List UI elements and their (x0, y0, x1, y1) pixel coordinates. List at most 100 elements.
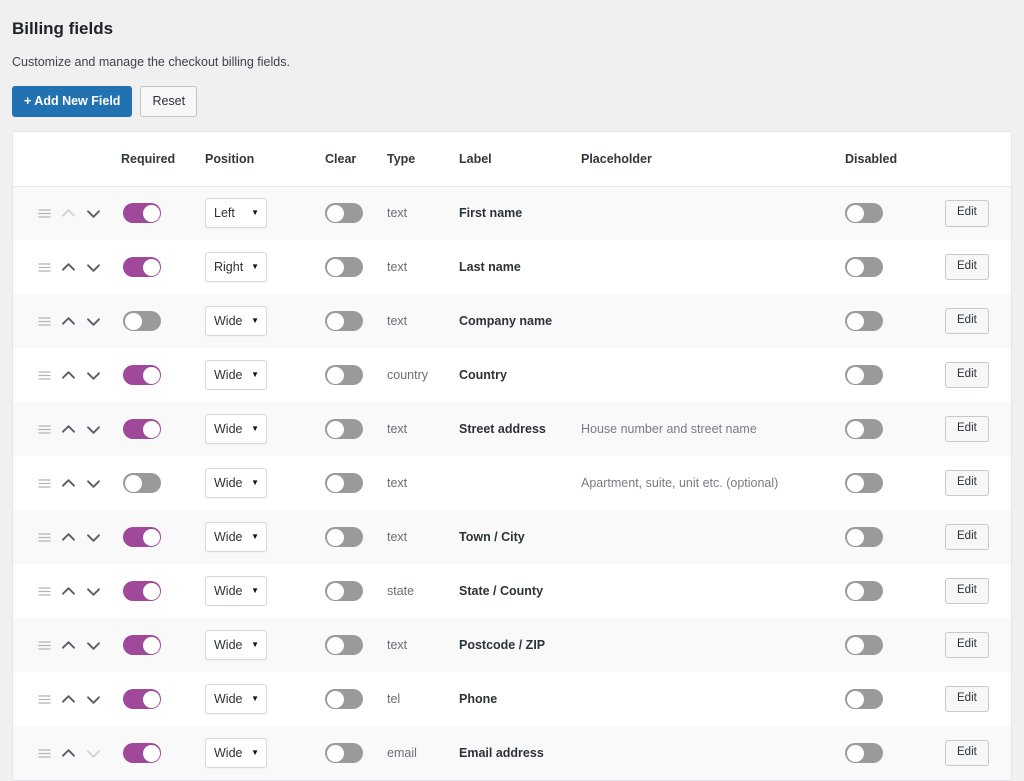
clear-toggle[interactable] (325, 473, 363, 493)
chevron-down-icon[interactable] (86, 586, 101, 597)
table-row: Wide▼telPhoneEdit (13, 672, 1012, 726)
position-select[interactable]: Wide▼ (205, 306, 267, 336)
row-handle-cell (13, 294, 121, 348)
position-select[interactable]: Wide▼ (205, 414, 267, 444)
chevron-up-icon[interactable] (61, 370, 76, 381)
drag-handle-icon[interactable] (38, 639, 51, 652)
drag-handle-icon[interactable] (38, 315, 51, 328)
chevron-up-icon[interactable] (61, 640, 76, 651)
required-toggle[interactable] (123, 419, 161, 439)
add-new-field-button[interactable]: + Add New Field (12, 86, 132, 118)
row-type-cell: country (387, 348, 459, 402)
edit-button[interactable]: Edit (945, 740, 989, 767)
chevron-down-icon[interactable] (86, 424, 101, 435)
edit-button[interactable]: Edit (945, 254, 989, 281)
drag-handle-icon[interactable] (38, 585, 51, 598)
edit-button[interactable]: Edit (945, 200, 989, 227)
required-toggle[interactable] (123, 365, 161, 385)
drag-handle-icon[interactable] (38, 693, 51, 706)
required-toggle[interactable] (123, 689, 161, 709)
chevron-down-icon[interactable] (86, 694, 101, 705)
drag-handle-icon[interactable] (38, 369, 51, 382)
drag-handle-icon[interactable] (38, 747, 51, 760)
edit-button[interactable]: Edit (945, 632, 989, 659)
clear-toggle[interactable] (325, 203, 363, 223)
clear-toggle[interactable] (325, 257, 363, 277)
disabled-toggle[interactable] (845, 311, 883, 331)
chevron-down-icon: ▼ (251, 695, 259, 703)
position-select[interactable]: Wide▼ (205, 522, 267, 552)
disabled-toggle[interactable] (845, 257, 883, 277)
drag-handle-icon[interactable] (38, 477, 51, 490)
chevron-up-icon[interactable] (61, 262, 76, 273)
chevron-down-icon[interactable] (86, 370, 101, 381)
column-header-disabled: Disabled (845, 132, 945, 186)
disabled-toggle[interactable] (845, 743, 883, 763)
drag-handle-icon[interactable] (38, 423, 51, 436)
row-placeholder-cell: Apartment, suite, unit etc. (optional) (581, 456, 845, 510)
chevron-down-icon[interactable] (86, 208, 101, 219)
position-select[interactable]: Wide▼ (205, 738, 267, 768)
disabled-toggle[interactable] (845, 473, 883, 493)
drag-handle-icon[interactable] (38, 261, 51, 274)
table-row: Wide▼textCompany nameEdit (13, 294, 1012, 348)
disabled-toggle[interactable] (845, 365, 883, 385)
disabled-toggle[interactable] (845, 581, 883, 601)
row-edit-cell: Edit (945, 510, 1012, 564)
chevron-down-icon[interactable] (86, 532, 101, 543)
chevron-up-icon[interactable] (61, 748, 76, 759)
clear-toggle[interactable] (325, 365, 363, 385)
edit-button[interactable]: Edit (945, 524, 989, 551)
clear-toggle[interactable] (325, 689, 363, 709)
required-toggle[interactable] (123, 257, 161, 277)
row-handle-cell (13, 456, 121, 510)
edit-button[interactable]: Edit (945, 470, 989, 497)
position-select[interactable]: Wide▼ (205, 468, 267, 498)
clear-toggle[interactable] (325, 743, 363, 763)
chevron-down-icon[interactable] (86, 748, 101, 759)
disabled-toggle[interactable] (845, 203, 883, 223)
clear-toggle[interactable] (325, 581, 363, 601)
position-select[interactable]: Left▼ (205, 198, 267, 228)
chevron-up-icon[interactable] (61, 478, 76, 489)
required-toggle[interactable] (123, 311, 161, 331)
chevron-down-icon[interactable] (86, 478, 101, 489)
chevron-up-icon[interactable] (61, 586, 76, 597)
disabled-toggle[interactable] (845, 527, 883, 547)
chevron-up-icon[interactable] (61, 316, 76, 327)
chevron-down-icon[interactable] (86, 316, 101, 327)
chevron-up-icon[interactable] (61, 532, 76, 543)
clear-toggle[interactable] (325, 311, 363, 331)
chevron-up-icon[interactable] (61, 694, 76, 705)
drag-handle-icon[interactable] (38, 531, 51, 544)
required-toggle[interactable] (123, 635, 161, 655)
required-toggle[interactable] (123, 581, 161, 601)
edit-button[interactable]: Edit (945, 416, 989, 443)
edit-button[interactable]: Edit (945, 686, 989, 713)
disabled-toggle[interactable] (845, 689, 883, 709)
reset-button[interactable]: Reset (140, 86, 197, 118)
required-toggle[interactable] (123, 203, 161, 223)
position-select[interactable]: Wide▼ (205, 630, 267, 660)
position-select[interactable]: Wide▼ (205, 360, 267, 390)
edit-button[interactable]: Edit (945, 578, 989, 605)
required-toggle[interactable] (123, 527, 161, 547)
disabled-toggle[interactable] (845, 635, 883, 655)
required-toggle[interactable] (123, 743, 161, 763)
disabled-toggle[interactable] (845, 419, 883, 439)
clear-toggle[interactable] (325, 419, 363, 439)
chevron-down-icon[interactable] (86, 262, 101, 273)
position-select[interactable]: Wide▼ (205, 684, 267, 714)
position-select[interactable]: Wide▼ (205, 576, 267, 606)
chevron-down-icon[interactable] (86, 640, 101, 651)
drag-handle-icon[interactable] (38, 207, 51, 220)
clear-toggle[interactable] (325, 635, 363, 655)
chevron-up-icon[interactable] (61, 208, 76, 219)
edit-button[interactable]: Edit (945, 308, 989, 335)
clear-toggle[interactable] (325, 527, 363, 547)
edit-button[interactable]: Edit (945, 362, 989, 389)
required-toggle[interactable] (123, 473, 161, 493)
chevron-up-icon[interactable] (61, 424, 76, 435)
position-select[interactable]: Right▼ (205, 252, 267, 282)
row-required-cell (121, 618, 205, 672)
